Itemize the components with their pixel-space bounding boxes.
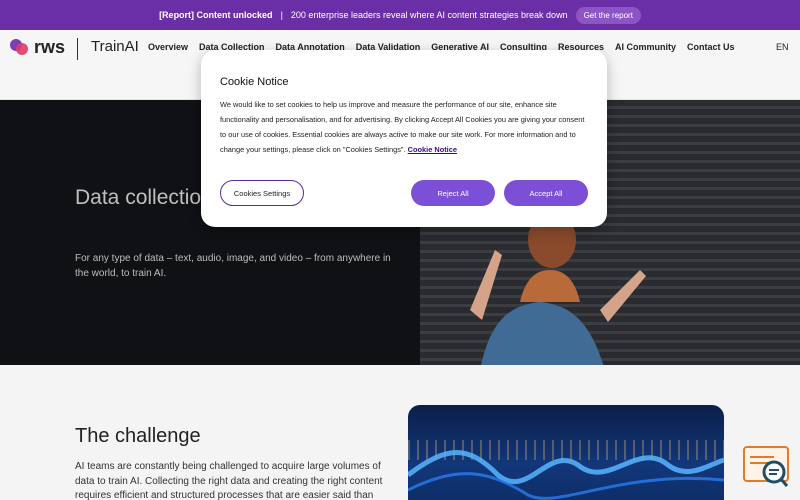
challenge-image (408, 405, 724, 500)
product-name[interactable]: TrainAI (91, 38, 139, 55)
challenge-title: The challenge (75, 425, 201, 447)
cookie-notice-dialog: Cookie Notice We would like to set cooki… (201, 50, 607, 227)
language-selector[interactable]: EN (776, 42, 789, 52)
light-trail-graphic (408, 450, 724, 500)
nav-item-overview[interactable]: Overview (148, 42, 188, 52)
promo-banner: [Report] Content unlocked | 200 enterpri… (0, 0, 800, 30)
reject-all-button[interactable]: Reject All (411, 180, 495, 206)
nav-item-contact-us[interactable]: Contact Us (687, 42, 735, 52)
nav-item-ai-community[interactable]: AI Community (615, 42, 676, 52)
cookie-body: We would like to set cookies to help us … (220, 97, 592, 157)
challenge-body: AI teams are constantly being challenged… (75, 461, 383, 500)
promo-separator: | (280, 10, 283, 20)
brand-name: rws (34, 36, 66, 57)
hero-subtitle: For any type of data – text, audio, imag… (75, 253, 391, 279)
brand-divider (77, 38, 78, 60)
challenge-section: The challenge AI teams are constantly be… (0, 365, 800, 500)
get-report-button[interactable]: Get the report (575, 6, 641, 24)
rws-logo[interactable]: rws (10, 36, 70, 58)
promo-text: 200 enterprise leaders reveal where AI c… (290, 10, 568, 20)
accept-all-button[interactable]: Accept All (504, 180, 588, 206)
hero-person-image (470, 212, 646, 365)
cookie-body-text: We would like to set cookies to help us … (220, 100, 585, 154)
cookie-title: Cookie Notice (220, 76, 289, 88)
rws-logo-icon (10, 37, 32, 57)
cookie-notice-link[interactable]: Cookie Notice (408, 145, 457, 154)
cookies-settings-button[interactable]: Cookies Settings (220, 180, 304, 206)
promo-tag: [Report] Content unlocked (159, 10, 273, 20)
search-document-icon[interactable] (742, 445, 790, 489)
